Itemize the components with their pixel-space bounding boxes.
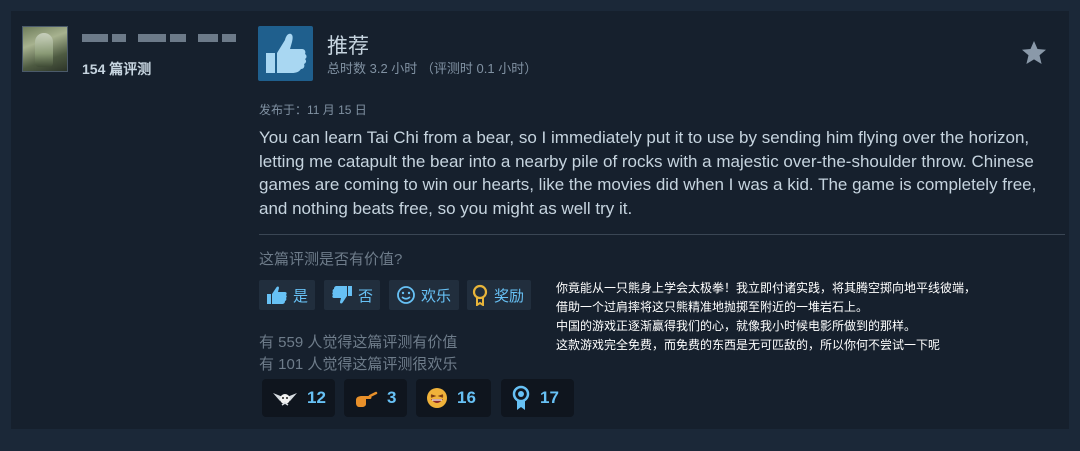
award-count: 3 [387,388,397,407]
award-ribbon-icon [472,284,488,306]
playtime-hours: 总时数 3.2 小时 （评测时 0.1 小时） [327,61,538,76]
award-count: 17 [540,388,559,407]
helpful-question: 这篇评测是否有价值? [259,251,403,268]
star-award-icon[interactable] [1018,37,1050,69]
award-winged[interactable]: 12 [262,379,335,417]
translation-line: 中国的游戏正逐渐赢得我们的心，就像我小时候电影所做到的那样。 [556,319,917,333]
vote-funny-label: 欢乐 [421,287,452,305]
avatar[interactable] [22,26,68,72]
vote-yes-button[interactable]: 是 [259,280,315,310]
vote-funny-button[interactable]: 欢乐 [389,280,459,310]
vote-no-label: 否 [357,287,373,305]
divider [259,234,1065,235]
vote-no-button[interactable]: 否 [324,280,380,310]
medal-icon [512,385,530,410]
translation-line: 你竟能从一只熊身上学会太极拳！我立即付诸实践，将其腾空掷向地平线彼端， [556,281,977,295]
translation-line: 借助一个过肩摔将这只熊精准地抛掷至附近的一堆岩石上。 [556,300,869,314]
helpful-count: 有 559 人觉得这篇评测有价值 [259,334,458,351]
award-medal[interactable]: 17 [501,379,574,417]
username-redacted[interactable] [82,34,236,42]
vote-yes-label: 是 [292,287,308,305]
award-laughing[interactable]: 16 [416,379,491,417]
laughing-face-icon [427,388,447,408]
award-label: 奖励 [494,287,525,305]
review-card [11,11,1069,429]
review-count-link[interactable]: 154 篇评测 [82,59,151,79]
award-count: 12 [307,388,326,407]
thumbs-up-icon [266,286,287,304]
award-pointing-hand[interactable]: 3 [344,379,407,417]
review-verdict[interactable]: 推荐 [327,30,369,60]
smiley-icon [397,286,415,304]
funny-count: 有 101 人觉得这篇评测很欢乐 [259,356,458,373]
pointing-hand-icon [356,391,378,407]
translation-line: 这款游戏完全免费，而免费的东西是无可匹敌的，所以你何不尝试一下呢 [556,338,941,352]
award-count: 16 [457,388,476,407]
award-button[interactable]: 奖励 [467,280,531,310]
thumbs-down-icon [332,286,352,304]
winged-award-icon [273,393,297,406]
thumbs-up-icon [258,26,313,81]
posted-date: 发布于：11 月 15 日 [259,103,367,117]
review-body: You can learn Tai Chi from a bear, so I … [259,128,1037,218]
translation-overlay: 你竟能从一只熊身上学会太极拳！我立即付诸实践，将其腾空掷向地平线彼端， 借助一个… [556,279,1056,355]
